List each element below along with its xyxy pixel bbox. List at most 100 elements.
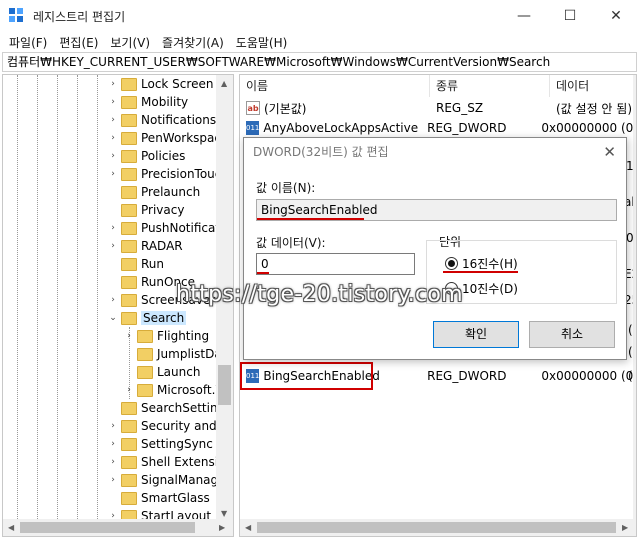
folder-icon bbox=[121, 491, 137, 505]
expand-chevron-icon[interactable]: › bbox=[107, 475, 119, 485]
minimize-button[interactable]: — bbox=[501, 0, 547, 32]
tree-item-policies[interactable]: › Policies bbox=[107, 147, 185, 165]
scroll-thumb[interactable] bbox=[20, 522, 195, 533]
value-data: (값 설정 안 됨) bbox=[556, 101, 633, 116]
radio-hex-label: 16진수(H) bbox=[462, 257, 518, 271]
tree-item-penworkspace[interactable]: › PenWorkspace bbox=[107, 129, 228, 147]
expand-chevron-icon[interactable]: › bbox=[107, 97, 119, 107]
value-row-anyabovelockappsactive[interactable]: 011 AnyAboveLockAppsActive REG_DWORD 0x0… bbox=[240, 119, 637, 137]
tree-item-signalmanage[interactable]: › SignalManage bbox=[107, 471, 225, 489]
folder-icon bbox=[121, 95, 137, 109]
scroll-left-icon[interactable]: ◀ bbox=[8, 523, 14, 532]
scroll-left-icon[interactable]: ◀ bbox=[245, 523, 251, 532]
value-data-field[interactable]: 0 bbox=[256, 253, 415, 275]
tree-item-precisiontouch[interactable]: › PrecisionTouch bbox=[107, 165, 229, 183]
highlight-underline bbox=[257, 218, 364, 220]
expand-chevron-icon[interactable]: › bbox=[107, 421, 119, 431]
scroll-up-icon[interactable]: ▲ bbox=[221, 79, 227, 88]
value-name: AnyAboveLockAppsActive bbox=[263, 121, 419, 135]
column-header-type[interactable]: 종류 bbox=[430, 75, 550, 97]
value-type: REG_SZ bbox=[436, 101, 484, 115]
scroll-thumb[interactable] bbox=[218, 365, 231, 405]
expand-chevron-icon[interactable]: › bbox=[107, 295, 119, 305]
close-button[interactable]: ✕ bbox=[593, 0, 639, 32]
expand-chevron-icon[interactable]: › bbox=[123, 385, 135, 395]
radio-checked-icon[interactable] bbox=[445, 257, 458, 270]
column-header-data[interactable]: 데이터 bbox=[550, 75, 636, 97]
tree-item-label: Policies bbox=[141, 149, 186, 163]
value-type: REG_DWORD bbox=[427, 369, 507, 383]
address-bar[interactable]: 컴퓨터₩HKEY_CURRENT_USER₩SOFTWARE₩Microsoft… bbox=[2, 52, 637, 72]
collapse-chevron-icon[interactable]: ⌄ bbox=[107, 313, 119, 323]
tree-item-smartglass[interactable]: SmartGlass bbox=[107, 489, 210, 507]
tree-item-label: Flighting bbox=[157, 329, 210, 343]
menu-file[interactable]: 파일(F) bbox=[4, 34, 54, 51]
tree-item-jumplistdat[interactable]: JumplistDat bbox=[123, 345, 226, 363]
folder-icon bbox=[121, 455, 137, 469]
tree-item-label: Search bbox=[141, 311, 187, 325]
expand-chevron-icon[interactable]: › bbox=[107, 133, 119, 143]
maximize-button[interactable]: ☐ bbox=[547, 0, 593, 32]
menu-view[interactable]: 보기(V) bbox=[105, 34, 157, 51]
tree-item-searchsettings[interactable]: SearchSettings bbox=[107, 399, 231, 417]
tree-item-label: SmartGlass bbox=[141, 491, 210, 505]
dialog-close-icon[interactable]: ✕ bbox=[603, 143, 616, 161]
ok-button[interactable]: 확인 bbox=[433, 321, 519, 348]
scroll-down-icon[interactable]: ▼ bbox=[221, 509, 227, 518]
tree-item-shell-extension[interactable]: › Shell Extension bbox=[107, 453, 233, 471]
column-header-name[interactable]: 이름 bbox=[240, 75, 430, 97]
tree-horizontal-scrollbar[interactable]: ◀ ▶ bbox=[3, 519, 233, 536]
expand-chevron-icon[interactable]: › bbox=[107, 115, 119, 125]
folder-icon bbox=[121, 203, 137, 217]
hidden-row-fragment: ( bbox=[628, 323, 633, 337]
menu-favorites[interactable]: 즐겨찾기(A) bbox=[157, 34, 231, 51]
registry-editor-icon bbox=[9, 8, 25, 24]
expand-chevron-icon[interactable]: › bbox=[123, 331, 135, 341]
expand-chevron-icon[interactable]: › bbox=[107, 151, 119, 161]
scroll-right-icon[interactable]: ▶ bbox=[622, 523, 628, 532]
folder-icon bbox=[121, 401, 137, 415]
folder-icon bbox=[137, 347, 153, 361]
values-vertical-scrollbar[interactable] bbox=[633, 75, 636, 521]
expand-chevron-icon[interactable]: › bbox=[107, 79, 119, 89]
menu-edit[interactable]: 편집(E) bbox=[54, 34, 105, 51]
tree-item-privacy[interactable]: Privacy bbox=[107, 201, 184, 219]
expand-chevron-icon[interactable]: › bbox=[107, 241, 119, 251]
expand-chevron-icon[interactable]: › bbox=[107, 457, 119, 467]
tree-item-label: Launch bbox=[157, 365, 201, 379]
folder-icon bbox=[137, 365, 153, 379]
tree-item-launch[interactable]: Launch bbox=[123, 363, 200, 381]
tree-item-search[interactable]: ⌄ Search bbox=[107, 309, 187, 327]
tree-item-prelaunch[interactable]: Prelaunch bbox=[107, 183, 200, 201]
tree-item-microsoft-w[interactable]: › Microsoft.W bbox=[123, 381, 227, 399]
folder-icon bbox=[121, 167, 137, 181]
value-data: 0x00000000 (0) bbox=[541, 121, 637, 135]
expand-chevron-icon[interactable]: › bbox=[107, 169, 119, 179]
tree-item-run[interactable]: Run bbox=[107, 255, 164, 273]
tree-item-flighting[interactable]: › Flighting bbox=[123, 327, 209, 345]
cancel-button[interactable]: 취소 bbox=[529, 321, 615, 348]
tree-item-notifications[interactable]: › Notifications bbox=[107, 111, 216, 129]
tree-item-radar[interactable]: › RADAR bbox=[107, 237, 182, 255]
tree-item-pushnotification[interactable]: › PushNotification bbox=[107, 219, 233, 237]
tree-item-label: Prelaunch bbox=[141, 185, 201, 199]
tree-item-security-and-m[interactable]: › Security and M bbox=[107, 417, 231, 435]
menu-help[interactable]: 도움말(H) bbox=[231, 34, 295, 51]
folder-icon bbox=[137, 329, 153, 343]
value-row-default[interactable]: ab (기본값) REG_SZ (값 설정 안 됨) bbox=[240, 99, 636, 117]
scroll-right-icon[interactable]: ▶ bbox=[219, 523, 225, 532]
value-name: (기본값) bbox=[264, 101, 307, 116]
scroll-thumb[interactable] bbox=[257, 522, 616, 533]
url-watermark: https://tge-20.tistory.com bbox=[176, 282, 463, 307]
tree-item-settingsync[interactable]: › SettingSync bbox=[107, 435, 213, 453]
folder-icon bbox=[121, 131, 137, 145]
tree-item-mobility[interactable]: › Mobility bbox=[107, 93, 188, 111]
window-title: 레지스트리 편집기 bbox=[33, 9, 126, 24]
expand-chevron-icon[interactable]: › bbox=[107, 439, 119, 449]
values-horizontal-scrollbar[interactable]: ◀ ▶ bbox=[240, 519, 636, 536]
radio-hexadecimal[interactable]: 16진수(H) bbox=[445, 255, 518, 272]
tree-item-lock-screen[interactable]: › Lock Screen bbox=[107, 75, 213, 93]
folder-open-icon bbox=[121, 311, 137, 325]
expand-chevron-icon[interactable]: › bbox=[107, 223, 119, 233]
value-type: REG_DWORD bbox=[427, 121, 507, 135]
